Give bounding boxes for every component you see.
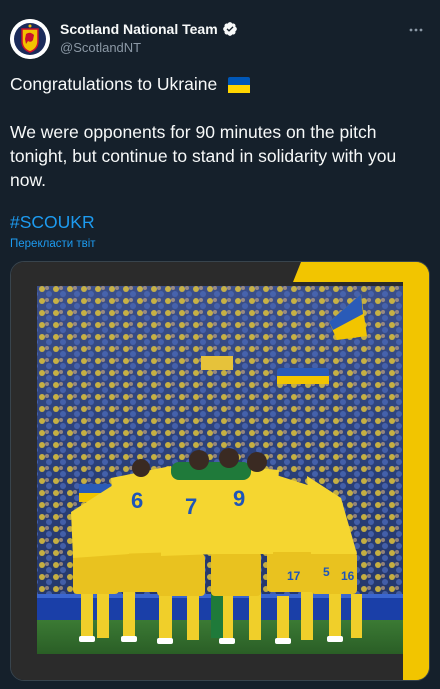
jersey-number-16: 16	[341, 569, 355, 583]
name-row: Scotland National Team	[60, 21, 238, 37]
more-dots-icon	[409, 28, 423, 32]
jersey-number-17: 17	[287, 569, 301, 583]
verified-badge-icon	[222, 21, 238, 37]
scotland-crest-icon	[10, 19, 50, 59]
tweet-line-1: Congratulations to Ukraine	[10, 72, 430, 96]
translate-tweet-link[interactable]: Перекласти твіт	[10, 238, 96, 250]
more-options-button[interactable]	[404, 18, 428, 42]
ukraine-flag-icon	[228, 77, 251, 93]
author-names: Scotland National Team @ScotlandNT	[60, 21, 238, 55]
author-handle[interactable]: @ScotlandNT	[60, 40, 238, 55]
tweet-text: Congratulations to Ukraine We were oppon…	[10, 72, 430, 192]
jersey-number-6: 6	[131, 488, 143, 513]
avatar[interactable]	[10, 19, 50, 59]
tweet-header: Scotland National Team @ScotlandNT	[10, 18, 430, 60]
jersey-number-5: 5	[323, 565, 330, 579]
jersey-number-7: 7	[185, 494, 197, 519]
tweet-line-2: We were opponents for 90 minutes on the …	[10, 122, 397, 190]
team-huddle-photo: 6 7 9 17 5 16	[11, 262, 429, 680]
hashtag-link[interactable]: #SCOUKR	[10, 212, 95, 233]
tweet: Scotland National Team @ScotlandNT Congr…	[0, 0, 440, 689]
author-name[interactable]: Scotland National Team	[60, 21, 218, 37]
jersey-number-9: 9	[233, 486, 245, 511]
tweet-media[interactable]: 6 7 9 17 5 16	[10, 261, 430, 681]
congrats-text: Congratulations to Ukraine	[10, 74, 218, 94]
